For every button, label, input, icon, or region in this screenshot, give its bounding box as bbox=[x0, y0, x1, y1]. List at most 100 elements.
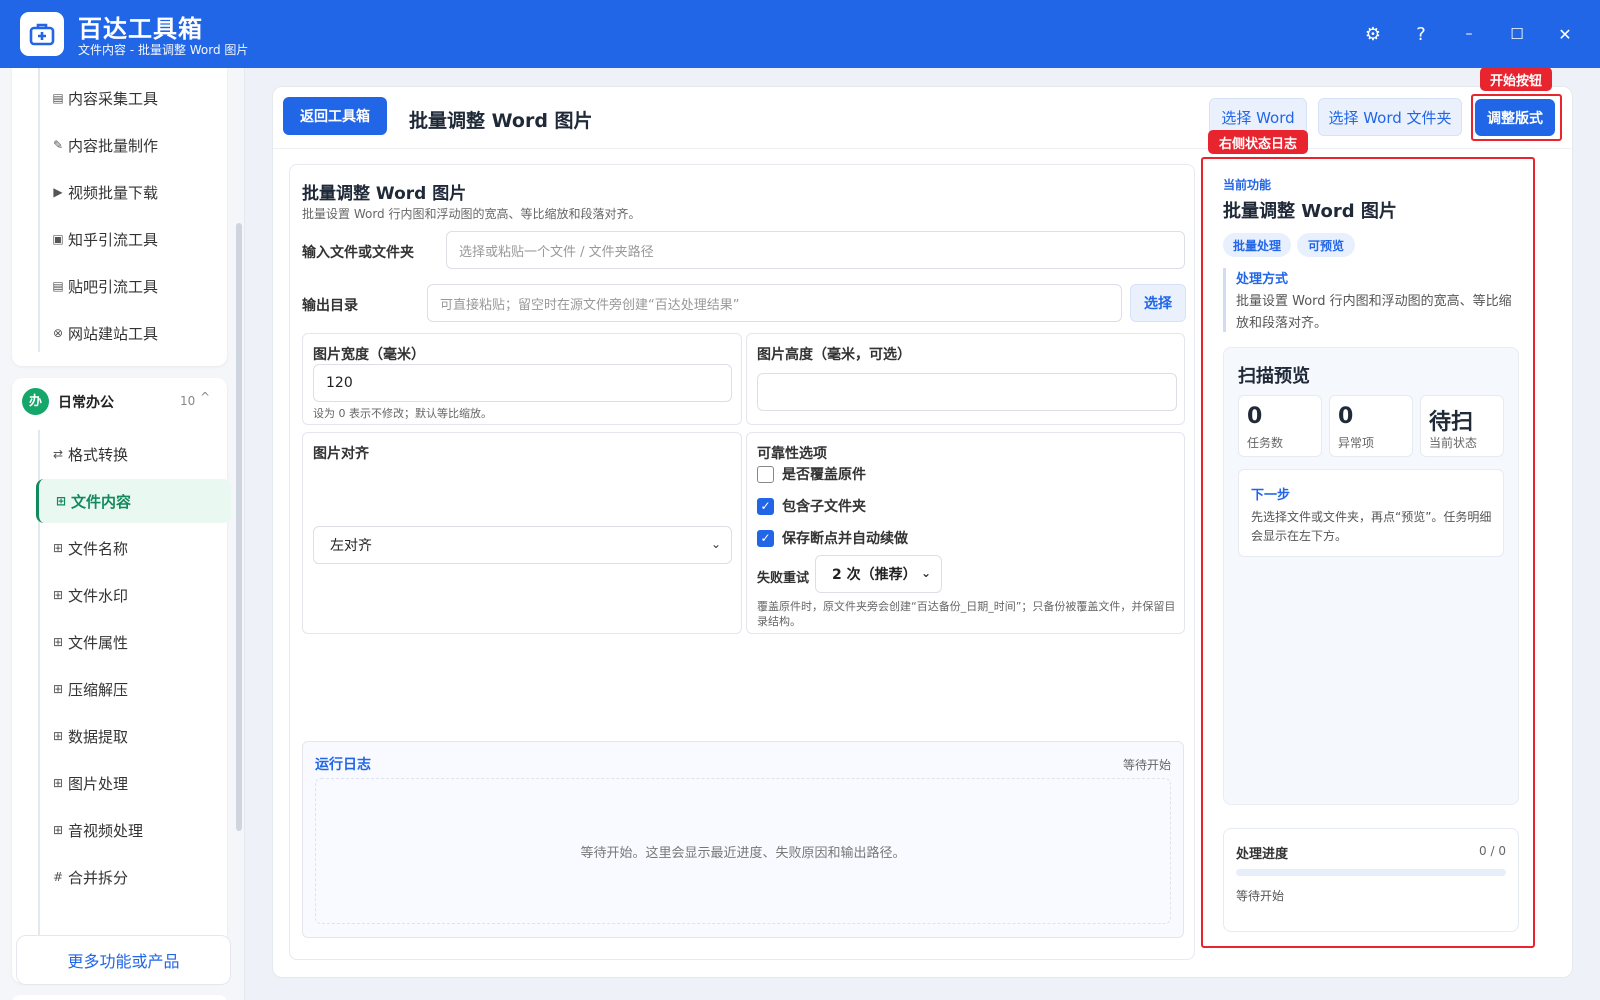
chevron-down-icon: ⌄ bbox=[920, 566, 931, 580]
group-count: 10 bbox=[180, 394, 196, 408]
sidebar: ▤ 内容采集工具 ✎ 内容批量制作 ▶ 视频批量下载 ▣ 知乎引流工具 ▤ 贴吧… bbox=[0, 68, 245, 1000]
current-feature-title: 批量调整 Word 图片 bbox=[1223, 201, 1397, 222]
stat-label: 任务数 bbox=[1247, 436, 1284, 450]
retry-select[interactable]: 2 次（推荐） ⌄ bbox=[815, 555, 942, 593]
progress-bar bbox=[1236, 869, 1506, 876]
method-section: 处理方式 批量设置 Word 行内图和浮动图的宽高、等比缩放和段落对齐。 bbox=[1223, 268, 1513, 332]
sidebar-item-label: 图片处理 bbox=[68, 774, 129, 793]
width-card: 图片宽度（毫米） 120 设为 0 表示不修改；默认等比缩放。 bbox=[302, 333, 742, 425]
log-output-area: 等待开始。这里会显示最近进度、失败原因和输出路径。 bbox=[315, 778, 1171, 924]
tag-preview: 可预览 bbox=[1297, 233, 1355, 257]
progress-count: 0 / 0 bbox=[1479, 844, 1506, 858]
sidebar-item-merge-split[interactable]: # 合并拆分 bbox=[36, 855, 231, 899]
maximize-icon[interactable]: ☐ bbox=[1501, 18, 1533, 50]
chevron-up-icon[interactable]: ^ bbox=[200, 390, 210, 404]
sidebar-item-file-attributes[interactable]: ⊞ 文件属性 bbox=[36, 620, 231, 664]
checkbox-label: 保存断点并自动续做 bbox=[782, 531, 908, 547]
back-to-toolbox-button[interactable]: 返回工具箱 bbox=[283, 97, 387, 135]
resume-checkpoint-checkbox[interactable]: ✓ 保存断点并自动续做 bbox=[757, 528, 908, 548]
sidebar-item-label: 格式转换 bbox=[68, 445, 129, 464]
output-select-button[interactable]: 选择 bbox=[1130, 284, 1186, 322]
align-select-value: 左对齐 bbox=[330, 538, 372, 554]
sidebar-item-compress[interactable]: ⊞ 压缩解压 bbox=[36, 667, 231, 711]
sidebar-item-content-collect[interactable]: ▤ 内容采集工具 bbox=[36, 76, 231, 120]
main-panel: 返回工具箱 批量调整 Word 图片 选择 Word 选择 Word 文件夹 调… bbox=[272, 67, 1573, 978]
sidebar-item-label: 数据提取 bbox=[68, 727, 129, 746]
scrollbar-thumb[interactable] bbox=[236, 223, 242, 831]
sidebar-item-label: 文件内容 bbox=[71, 492, 132, 511]
method-description: 批量设置 Word 行内图和浮动图的宽高、等比缩放和段落对齐。 bbox=[1236, 294, 1512, 331]
checkbox-checked-icon: ✓ bbox=[757, 529, 774, 547]
stat-error-count: 0 异常项 bbox=[1329, 395, 1413, 457]
sidebar-item-label: 网站建站工具 bbox=[68, 324, 159, 343]
height-input[interactable] bbox=[757, 373, 1177, 411]
width-hint: 设为 0 表示不修改；默认等比缩放。 bbox=[313, 407, 492, 420]
sidebar-item-label: 文件属性 bbox=[68, 633, 129, 652]
grid-icon: ⊞ bbox=[55, 494, 67, 508]
form-title: 批量调整 Word 图片 bbox=[302, 184, 467, 204]
overwrite-original-checkbox[interactable]: 是否覆盖原件 bbox=[757, 464, 866, 484]
more-products-button[interactable]: 更多功能或产品 bbox=[16, 935, 231, 985]
sidebar-item-zhihu[interactable]: ▣ 知乎引流工具 bbox=[36, 217, 231, 261]
group-badge-icon: 办 bbox=[22, 388, 49, 415]
backup-hint: 覆盖原件时，原文件夹旁会创建“百达备份_日期_时间”；只备份被覆盖文件，并保留目… bbox=[757, 600, 1176, 628]
sidebar-item-label: 贴吧引流工具 bbox=[68, 277, 159, 296]
retry-label: 失败重试 bbox=[757, 571, 810, 586]
sidebar-item-website[interactable]: ⊗ 网站建站工具 bbox=[36, 311, 231, 355]
sidebar-item-file-watermark[interactable]: ⊞ 文件水印 bbox=[36, 573, 231, 617]
title-bar: 百达工具箱 文件内容 - 批量调整 Word 图片 ⚙ ? – ☐ ✕ bbox=[0, 0, 1600, 68]
height-card: 图片高度（毫米，可选） bbox=[746, 333, 1185, 425]
grid-icon: ⊞ bbox=[52, 588, 64, 602]
globe-icon: ⊗ bbox=[52, 326, 64, 340]
align-select[interactable]: 左对齐 ⌄ bbox=[313, 526, 732, 564]
stat-value: 0 bbox=[1247, 404, 1263, 429]
swap-icon: ⇄ bbox=[52, 447, 64, 461]
sidebar-scrollbar[interactable] bbox=[236, 148, 242, 1000]
minimize-icon[interactable]: – bbox=[1453, 18, 1485, 50]
sidebar-item-file-name[interactable]: ⊞ 文件名称 bbox=[36, 526, 231, 570]
include-subfolders-checkbox[interactable]: ✓ 包含子文件夹 bbox=[757, 496, 866, 516]
sidebar-card-next bbox=[12, 995, 227, 1000]
sidebar-item-label: 内容批量制作 bbox=[68, 136, 159, 155]
sidebar-item-file-content[interactable]: ⊞ 文件内容 bbox=[36, 479, 231, 523]
sidebar-item-label: 文件水印 bbox=[68, 586, 129, 605]
settings-gear-icon[interactable]: ⚙ bbox=[1357, 18, 1389, 50]
scan-title: 扫描预览 bbox=[1238, 366, 1310, 387]
sidebar-group-header[interactable]: 办 日常办公 10 ^ bbox=[12, 378, 217, 424]
sidebar-item-format-convert[interactable]: ⇄ 格式转换 bbox=[36, 432, 231, 476]
sidebar-item-label: 视频批量下载 bbox=[68, 183, 159, 202]
reliability-label: 可靠性选项 bbox=[757, 446, 827, 462]
sidebar-item-content-batch[interactable]: ✎ 内容批量制作 bbox=[36, 123, 231, 167]
output-dir-field[interactable]: 可直接粘贴；留空时在源文件旁创建“百达处理结果” bbox=[427, 284, 1122, 322]
current-feature-label: 当前功能 bbox=[1223, 178, 1272, 192]
sidebar-item-tieba[interactable]: ▤ 贴吧引流工具 bbox=[36, 264, 231, 308]
input-path-label: 输入文件或文件夹 bbox=[302, 245, 414, 261]
tag-batch: 批量处理 bbox=[1223, 233, 1291, 257]
input-path-field[interactable]: 选择或粘贴一个文件 / 文件夹路径 bbox=[446, 231, 1185, 269]
next-step-description: 先选择文件或文件夹，再点“预览”。任务明细会显示在左下方。 bbox=[1251, 510, 1492, 543]
select-word-folder-button[interactable]: 选择 Word 文件夹 bbox=[1318, 98, 1462, 136]
close-icon[interactable]: ✕ bbox=[1549, 18, 1581, 50]
grid-icon: ⊞ bbox=[52, 635, 64, 649]
pen-icon: ✎ bbox=[52, 138, 64, 152]
stat-label: 异常项 bbox=[1338, 436, 1375, 450]
grid-icon: ⊞ bbox=[52, 823, 64, 837]
sidebar-item-image-process[interactable]: ⊞ 图片处理 bbox=[36, 761, 231, 805]
checkbox-label: 包含子文件夹 bbox=[782, 499, 866, 515]
app-logo-icon bbox=[20, 12, 64, 56]
sidebar-item-label: 内容采集工具 bbox=[68, 89, 159, 108]
sidebar-card-content-tools: ▤ 内容采集工具 ✎ 内容批量制作 ▶ 视频批量下载 ▣ 知乎引流工具 ▤ 贴吧… bbox=[12, 68, 227, 366]
run-log-card: 运行日志 等待开始 等待开始。这里会显示最近进度、失败原因和输出路径。 bbox=[302, 741, 1184, 938]
width-input[interactable]: 120 bbox=[313, 364, 732, 402]
height-label: 图片高度（毫米，可选） bbox=[757, 347, 911, 363]
checkbox-label: 是否覆盖原件 bbox=[782, 467, 866, 483]
sidebar-item-data-extract[interactable]: ⊞ 数据提取 bbox=[36, 714, 231, 758]
sidebar-item-av-process[interactable]: ⊞ 音视频处理 bbox=[36, 808, 231, 852]
scan-preview-card: 扫描预览 0 任务数 0 异常项 待扫 当前状态 下一步 先选择文件或文件夹，再… bbox=[1223, 347, 1519, 805]
help-icon[interactable]: ? bbox=[1405, 18, 1437, 50]
sidebar-item-video-download[interactable]: ▶ 视频批量下载 bbox=[36, 170, 231, 214]
align-label: 图片对齐 bbox=[313, 446, 369, 462]
sidebar-card-daily-office: 办 日常办公 10 ^ ⇄ 格式转换 ⊞ 文件内容 ⊞ 文件名称 ⊞ 文件水印 … bbox=[12, 378, 231, 983]
next-step-title: 下一步 bbox=[1251, 488, 1291, 503]
app-subtitle: 文件内容 - 批量调整 Word 图片 bbox=[78, 43, 249, 57]
